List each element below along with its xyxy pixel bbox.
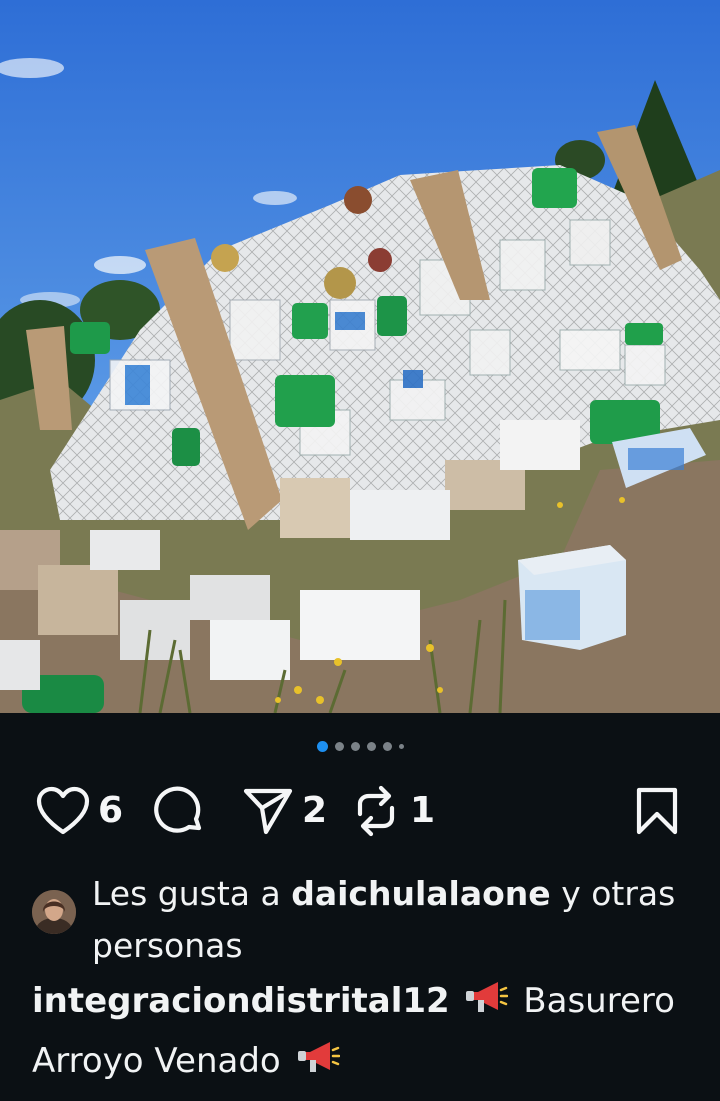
- carousel-dot: [398, 743, 404, 749]
- megaphone-icon: [296, 1038, 340, 1094]
- caption-username[interactable]: integraciondistrital12: [32, 981, 450, 1021]
- carousel-dot-active: [316, 740, 328, 752]
- share-button[interactable]: 2: [242, 782, 327, 840]
- post-caption: integraciondistrital12 Basurero Arroyo V…: [32, 974, 702, 1094]
- action-bar: 6 2 1: [0, 782, 720, 840]
- liked-by-username[interactable]: daichulalaone: [291, 874, 550, 913]
- comment-icon: [152, 784, 206, 838]
- heart-icon: [36, 786, 90, 836]
- post-photo[interactable]: [0, 0, 720, 713]
- repost-count: 1: [410, 790, 436, 831]
- liked-by: Les gusta a daichulalaone y otras person…: [32, 868, 692, 965]
- megaphone-icon: [464, 978, 509, 1034]
- carousel-dot: [382, 741, 392, 751]
- carousel-dot: [366, 741, 376, 751]
- repost-button[interactable]: 1: [350, 782, 435, 840]
- bookmark-button[interactable]: [634, 782, 680, 840]
- share-icon: [242, 786, 294, 836]
- bookmark-icon: [634, 786, 680, 836]
- share-count: 2: [302, 790, 328, 831]
- comment-button[interactable]: [152, 782, 206, 840]
- carousel-dot: [350, 741, 360, 751]
- repost-icon: [350, 784, 402, 838]
- liked-by-prefix: Les gusta a: [92, 874, 281, 913]
- like-count: 6: [98, 790, 124, 831]
- carousel-dot: [334, 741, 344, 751]
- avatar[interactable]: [32, 890, 76, 934]
- carousel-indicator: [0, 739, 720, 753]
- liked-by-text: Les gusta a daichulalaone y otras person…: [92, 868, 692, 972]
- like-button[interactable]: 6: [36, 782, 123, 840]
